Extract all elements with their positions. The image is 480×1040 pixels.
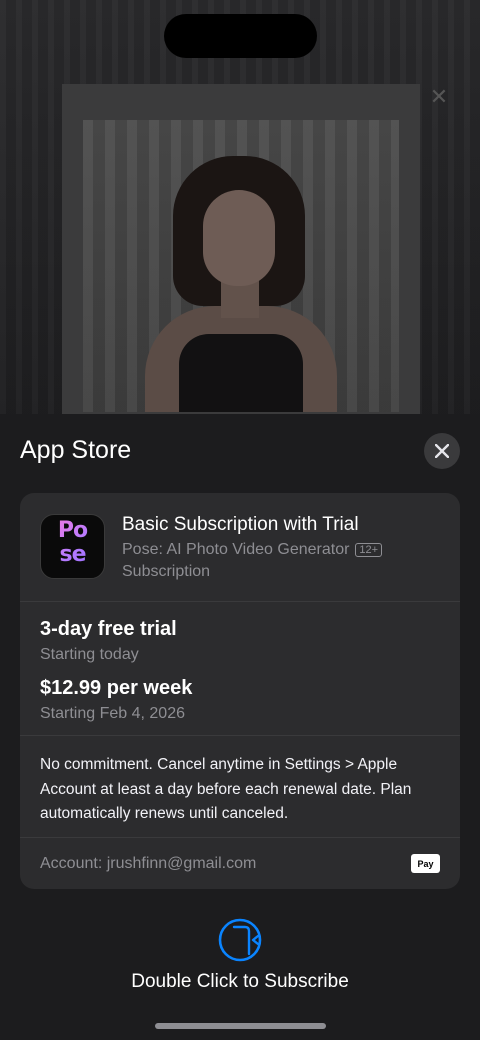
app-icon-wordmark-line1: Po	[57, 518, 88, 543]
photo-person-top	[179, 334, 303, 412]
app-name-row: Pose: AI Photo Video Generator 12+	[122, 541, 383, 559]
close-icon	[435, 444, 449, 458]
trial-title: 3-day free trial	[40, 618, 177, 640]
divider	[20, 601, 460, 602]
divider	[20, 837, 460, 838]
sheet-title: App Store	[20, 436, 132, 464]
photo-person-face	[203, 190, 275, 286]
pose-app-icon: Po se	[40, 514, 105, 579]
account-label: Account: jrushfinn@gmail.com	[40, 855, 257, 872]
subscription-title: Basic Subscription with Trial	[122, 514, 359, 535]
app-icon-wordmark: Po se	[41, 519, 104, 567]
home-indicator[interactable]	[155, 1023, 326, 1029]
trial-start: Starting today	[40, 646, 139, 663]
apple-pay-icon: Pay	[411, 854, 440, 873]
side-button-icon	[218, 918, 262, 962]
app-icon-wordmark-line2: se	[59, 542, 86, 567]
background-photo	[83, 120, 399, 412]
price-title: $12.99 per week	[40, 677, 193, 699]
subscription-card: Po se Basic Subscription with Trial Pose…	[20, 493, 460, 889]
double-click-label: Double Click to Subscribe	[131, 971, 349, 992]
background-close-icon: ✕	[429, 84, 449, 109]
divider	[20, 735, 460, 736]
dynamic-island	[164, 14, 317, 58]
purchase-type: Subscription	[122, 563, 211, 580]
price-start-date: Starting Feb 4, 2026	[40, 705, 185, 722]
apple-pay-label: Pay	[417, 858, 434, 869]
close-button[interactable]	[424, 433, 460, 469]
app-name: Pose: AI Photo Video Generator	[122, 541, 350, 558]
age-rating-badge: 12+	[355, 543, 383, 557]
subscription-terms[interactable]: No commitment. Cancel anytime in Setting…	[40, 753, 440, 827]
